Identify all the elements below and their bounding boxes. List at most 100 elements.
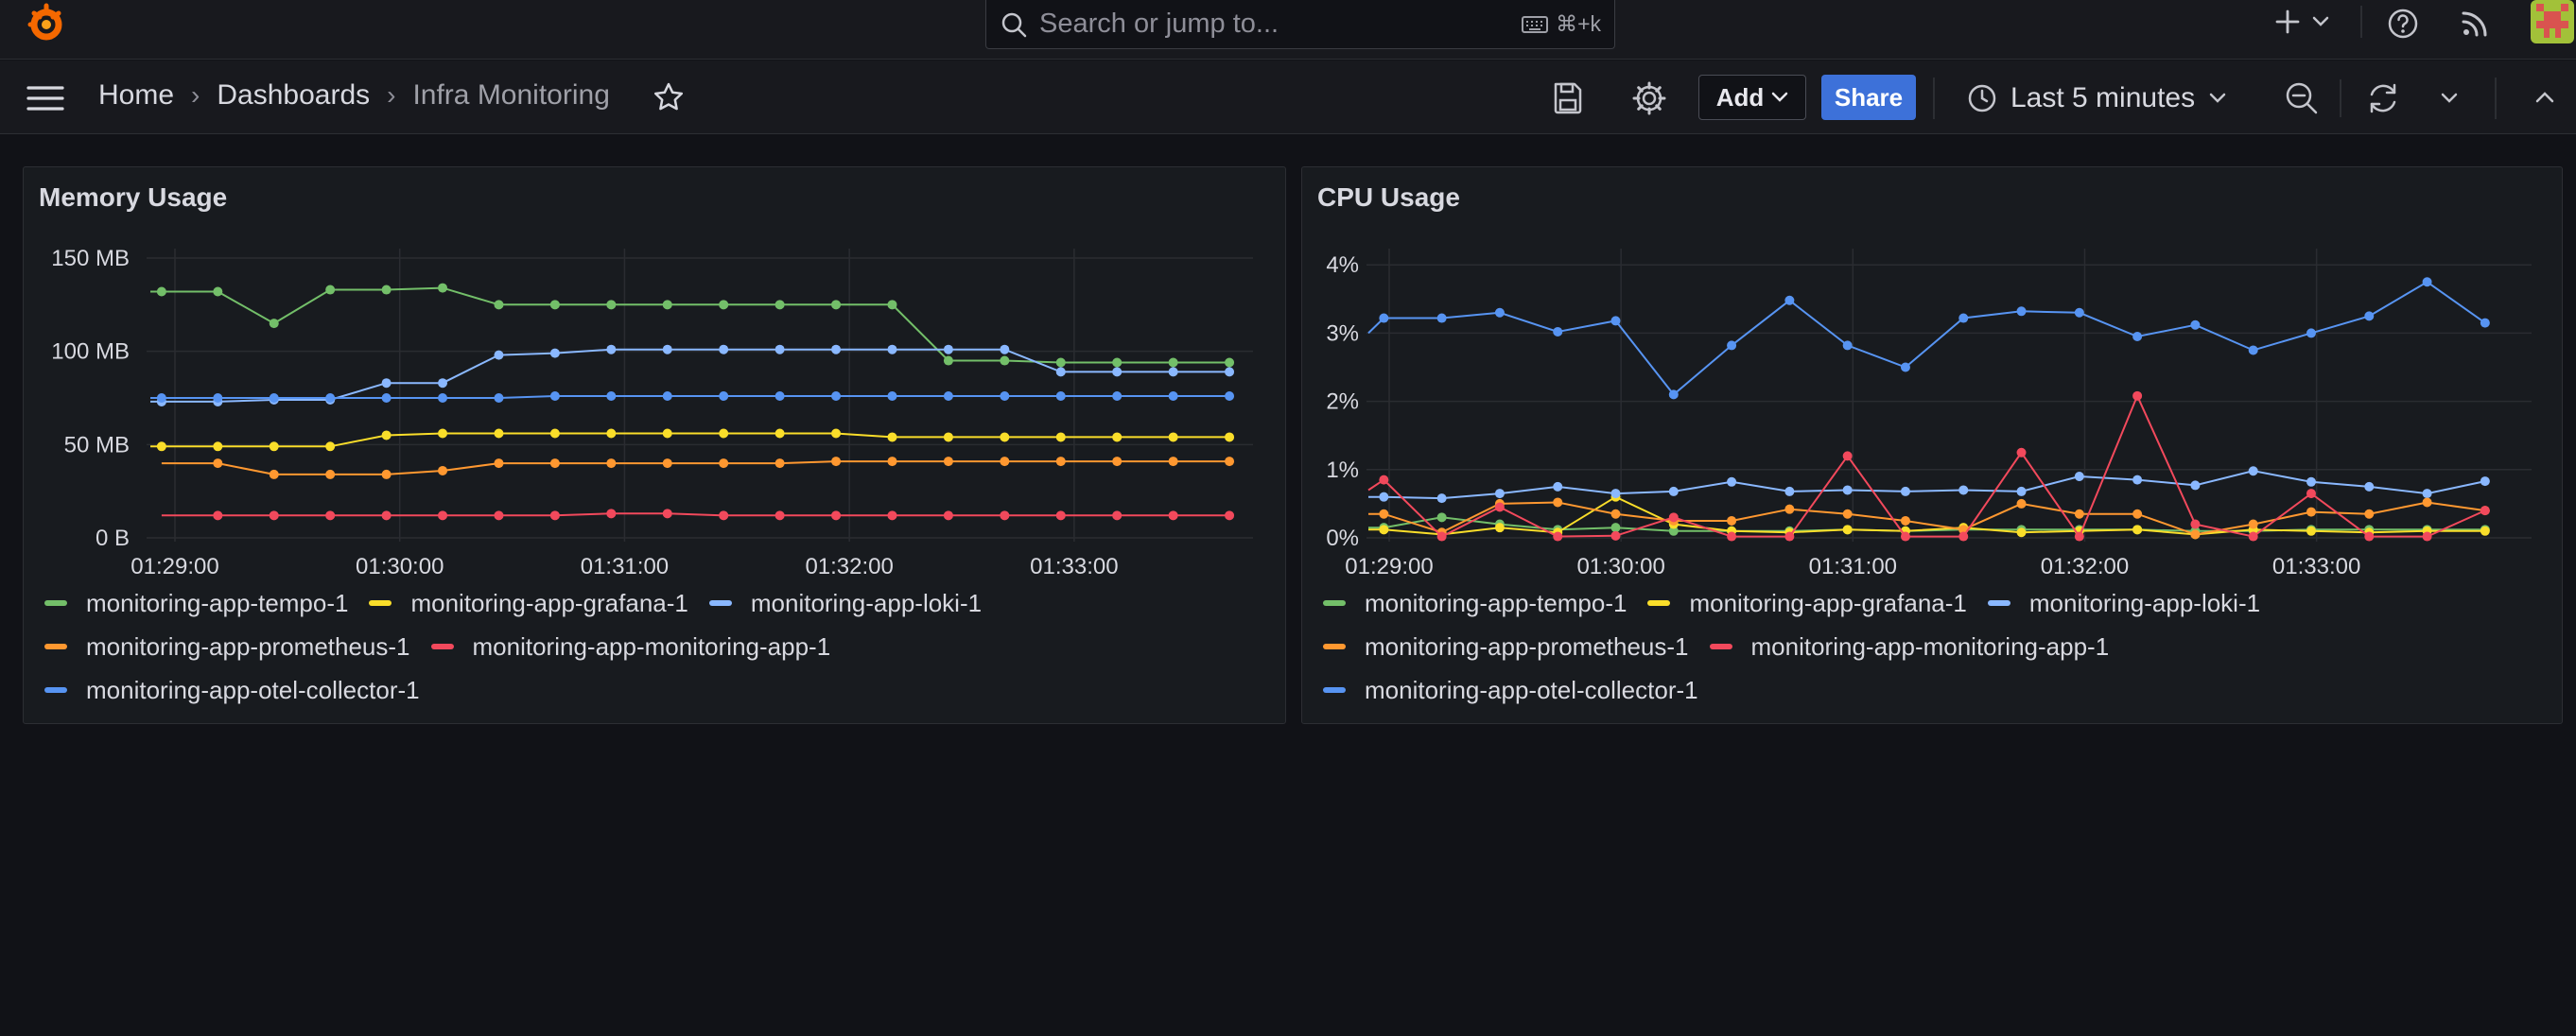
legend-item[interactable]: monitoring-app-prometheus-1: [1323, 632, 1689, 662]
time-range-picker[interactable]: Last 5 minutes: [1967, 76, 2227, 121]
help-icon[interactable]: [2387, 8, 2419, 40]
data-point: [549, 348, 560, 358]
new-plus-icon[interactable]: [2273, 8, 2302, 36]
grafana-logo-icon[interactable]: [25, 2, 68, 45]
data-point: [1610, 316, 1621, 326]
data-point: [2016, 447, 2027, 458]
breadcrumb-separator: ›: [191, 80, 200, 110]
settings-gear-icon[interactable]: [1630, 79, 1668, 117]
news-feed-icon[interactable]: [2459, 8, 2491, 40]
legend-item[interactable]: monitoring-app-monitoring-app-1: [1709, 632, 2109, 662]
data-point: [719, 428, 729, 439]
memory-usage-panel[interactable]: Memory Usage 0 B 50 MB 100 MB 150 MB 01:29:0…: [23, 166, 1286, 724]
user-avatar[interactable]: [2531, 0, 2574, 43]
chevron-up-icon[interactable]: [2534, 89, 2555, 106]
chevron-down-icon[interactable]: [2311, 13, 2330, 30]
chevron-down-icon: [2209, 93, 2226, 103]
x-tick-label: 01:30:00: [1576, 554, 1664, 579]
data-point: [381, 469, 392, 479]
data-point: [1900, 486, 1910, 496]
data-point: [606, 509, 617, 519]
data-point: [662, 428, 672, 439]
search-shortcut: ⌘+k: [1522, 11, 1601, 37]
legend-item[interactable]: monitoring-app-otel-collector-1: [1323, 676, 1698, 705]
chevron-down-icon[interactable]: [2440, 91, 2459, 106]
legend-item[interactable]: monitoring-app-loki-1: [1987, 589, 2260, 618]
legend-item[interactable]: monitoring-app-otel-collector-1: [44, 676, 420, 705]
data-point: [1494, 489, 1505, 499]
data-point: [2364, 531, 2375, 542]
share-button[interactable]: Share: [1821, 75, 1916, 120]
add-button[interactable]: Add: [1698, 75, 1806, 120]
data-point: [1436, 313, 1447, 323]
save-icon[interactable]: [1549, 79, 1587, 117]
data-point: [1668, 512, 1679, 523]
data-point: [943, 344, 953, 354]
menu-icon[interactable]: [26, 85, 64, 112]
data-point: [2132, 332, 2143, 342]
data-point: [2016, 486, 2027, 496]
refresh-icon[interactable]: [2364, 79, 2402, 117]
y-tick-label: 150 MB: [51, 246, 130, 271]
data-point: [887, 510, 897, 521]
zoom-out-icon[interactable]: [2283, 79, 2321, 117]
data-point: [2016, 527, 2027, 538]
breadcrumb-home[interactable]: Home: [98, 79, 174, 112]
data-point: [269, 469, 279, 479]
data-point: [606, 428, 617, 439]
data-point: [719, 510, 729, 521]
legend-swatch: [1323, 644, 1346, 649]
data-point: [438, 283, 448, 293]
data-point: [325, 469, 336, 479]
data-point: [381, 510, 392, 521]
data-point: [1436, 493, 1447, 504]
data-point: [2132, 525, 2143, 535]
divider: [1933, 78, 1935, 119]
data-point: [2132, 475, 2143, 485]
data-point: [1112, 457, 1123, 467]
legend-item[interactable]: monitoring-app-grafana-1: [1647, 589, 1967, 618]
data-point: [1727, 476, 1737, 487]
data-point: [2248, 519, 2258, 529]
legend-label: monitoring-app-grafana-1: [410, 588, 688, 617]
legend-item[interactable]: monitoring-app-tempo-1: [44, 589, 348, 618]
data-point: [494, 458, 504, 469]
data-point: [1727, 515, 1737, 526]
data-point: [1168, 357, 1178, 368]
data-point: [943, 432, 953, 442]
data-point: [1727, 531, 1737, 542]
data-point: [719, 344, 729, 354]
data-point: [549, 428, 560, 439]
legend-item[interactable]: monitoring-app-tempo-1: [1323, 589, 1627, 618]
data-point: [1553, 326, 1563, 337]
data-point: [2422, 489, 2432, 499]
breadcrumb-dashboards[interactable]: Dashboards: [217, 79, 370, 112]
data-point: [719, 391, 729, 402]
y-tick-label: 1%: [1326, 458, 1359, 483]
data-point: [1168, 391, 1178, 402]
legend-item[interactable]: monitoring-app-loki-1: [708, 589, 982, 618]
data-point: [494, 428, 504, 439]
legend-item[interactable]: monitoring-app-prometheus-1: [44, 632, 410, 662]
data-point: [1553, 481, 1563, 492]
data-point: [1000, 391, 1010, 402]
legend-row: monitoring-app-otel-collector-1: [44, 668, 1255, 712]
data-point: [2248, 531, 2258, 542]
x-tick-label: 01:32:00: [805, 554, 893, 579]
data-point: [2480, 526, 2490, 536]
data-point: [719, 458, 729, 469]
legend-item[interactable]: monitoring-app-monitoring-app-1: [430, 632, 830, 662]
cpu-usage-panel[interactable]: CPU Usage 0% 1% 2% 3% 4% 01:29:00 01:30:00 01:3…: [1301, 166, 2563, 724]
data-point: [1842, 509, 1853, 519]
data-point: [2132, 390, 2143, 401]
data-point: [381, 378, 392, 388]
legend-item[interactable]: monitoring-app-grafana-1: [369, 589, 688, 618]
data-point: [831, 428, 842, 439]
data-point: [1668, 486, 1679, 496]
data-point: [269, 441, 279, 452]
star-icon[interactable]: [653, 81, 685, 113]
data-point: [213, 393, 223, 403]
data-point: [2248, 345, 2258, 355]
search-bar[interactable]: Search or jump to... ⌘+k: [985, 0, 1615, 49]
legend-swatch: [430, 644, 454, 649]
